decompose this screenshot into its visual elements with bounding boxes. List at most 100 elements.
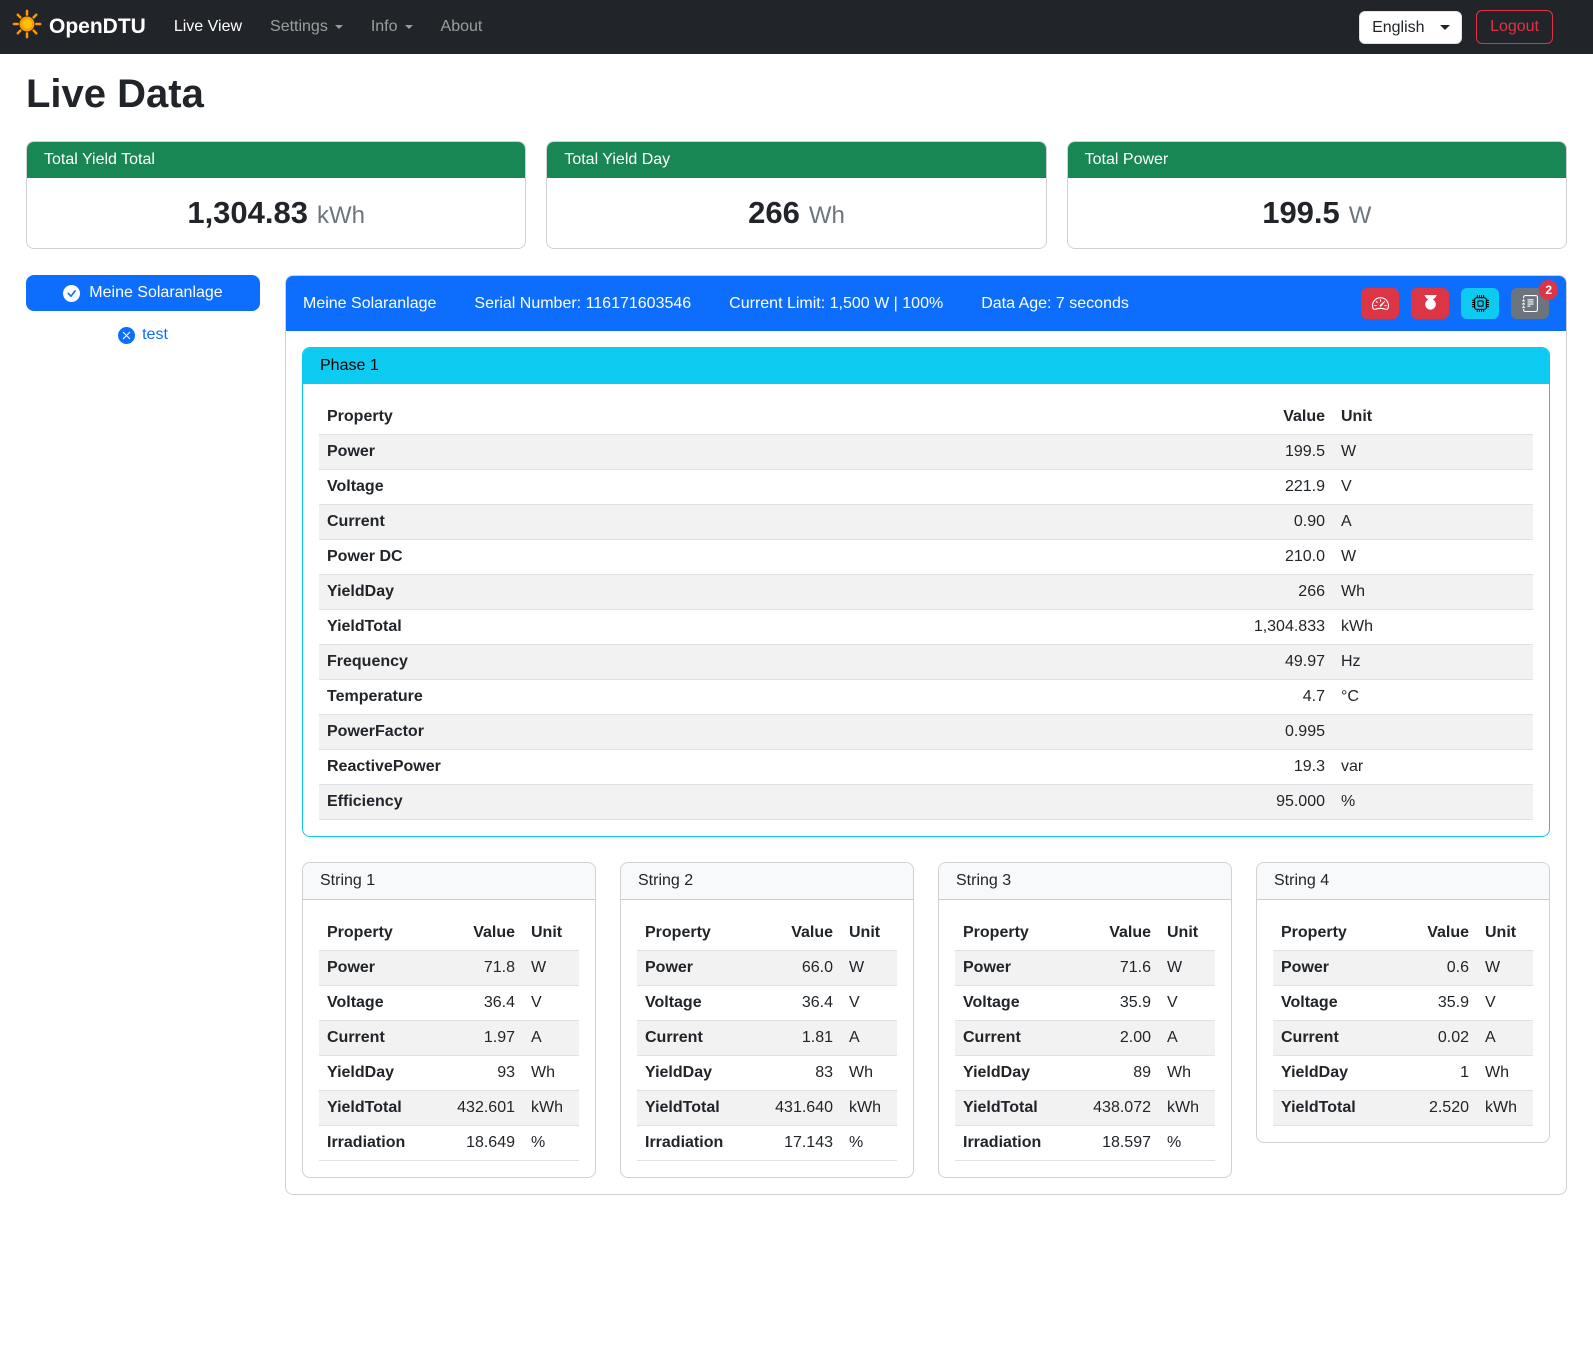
property-cell: YieldTotal [955, 1091, 1075, 1126]
table-header-row: Property Value Unit [955, 916, 1215, 951]
value-cell: 19.3 [1203, 750, 1333, 785]
property-cell: Current [637, 1021, 757, 1056]
power-toggle-button[interactable] [1411, 288, 1449, 319]
column-header-value: Value [757, 916, 841, 951]
inverter-select-active-button[interactable]: Meine Solaranlage [26, 275, 260, 311]
unit-cell: A [523, 1021, 579, 1056]
summary-card-title: Total Yield Day [547, 142, 1045, 178]
unit-cell: W [841, 951, 897, 986]
table-row: Voltage 221.9 V [319, 470, 1533, 505]
logout-button[interactable]: Logout [1476, 10, 1553, 44]
property-cell: YieldTotal [319, 1091, 439, 1126]
phase-body: Property Value Unit Power [303, 384, 1549, 836]
table-row: Current 1.97 A [319, 1021, 579, 1056]
property-cell: YieldTotal [319, 610, 1203, 645]
unit-cell: kWh [1159, 1091, 1215, 1126]
table-row: YieldDay 89 Wh [955, 1056, 1215, 1091]
summary-unit: Wh [809, 202, 845, 229]
inverter-serial: Serial Number: 116171603546 [474, 295, 691, 313]
inverter-limit: Current Limit: 1,500 W | 100% [729, 295, 943, 313]
property-cell: Current [319, 505, 1203, 540]
nav-item-settings[interactable]: Settings [256, 10, 357, 44]
phase-table: Property Value Unit Power [319, 400, 1533, 820]
column-header-unit: Unit [1159, 916, 1215, 951]
event-log-button[interactable]: 2 [1511, 288, 1549, 319]
column-header-property: Property [1273, 916, 1393, 951]
summary-value: 1,304.83 [187, 195, 308, 230]
chevron-down-icon [405, 25, 413, 29]
nav-links: Live View Settings Info About [160, 10, 497, 44]
brand-link[interactable]: OpenDTU [12, 9, 146, 45]
inverter-button-label: test [142, 326, 168, 344]
table-row: Power 66.0 W [637, 951, 897, 986]
summary-card-title: Total Power [1068, 142, 1566, 178]
property-cell: Efficiency [319, 785, 1203, 820]
page-title: Live Data [26, 72, 1567, 117]
property-cell: Voltage [637, 986, 757, 1021]
nav-item-info[interactable]: Info [357, 10, 427, 44]
value-cell: 49.97 [1203, 645, 1333, 680]
value-cell: 1.97 [439, 1021, 523, 1056]
table-row: YieldDay 266 Wh [319, 575, 1533, 610]
unit-cell: % [523, 1126, 579, 1161]
nav-item-about[interactable]: About [427, 10, 497, 44]
value-cell: 0.995 [1203, 715, 1333, 750]
check-circle-icon [63, 285, 80, 302]
unit-cell: V [1333, 470, 1533, 505]
unit-cell: var [1333, 750, 1533, 785]
table-row: Irradiation 18.649 % [319, 1126, 579, 1161]
property-cell: Voltage [1273, 986, 1393, 1021]
table-row: ReactivePower 19.3 var [319, 750, 1533, 785]
unit-cell: A [1159, 1021, 1215, 1056]
unit-cell: Wh [1333, 575, 1533, 610]
table-row: Power 0.6 W [1273, 951, 1533, 986]
summary-card-yield-day: Total Yield Day 266Wh [546, 141, 1046, 249]
unit-cell: Hz [1333, 645, 1533, 680]
property-cell: Irradiation [319, 1126, 439, 1161]
unit-cell: V [1477, 986, 1533, 1021]
table-row: Efficiency 95.000 % [319, 785, 1533, 820]
string-table: Property Value Unit Power [319, 916, 579, 1161]
property-cell: ReactivePower [319, 750, 1203, 785]
nav-item-live-view[interactable]: Live View [160, 10, 256, 44]
property-cell: PowerFactor [319, 715, 1203, 750]
limit-settings-button[interactable] [1361, 288, 1399, 319]
inverter-name: Meine Solaranlage [303, 295, 436, 313]
string-card-3: String 3 Property Value Unit [938, 862, 1232, 1178]
unit-cell: W [1333, 540, 1533, 575]
string-body: Property Value Unit Power [1257, 900, 1549, 1142]
table-row: Voltage 35.9 V [955, 986, 1215, 1021]
speedometer-icon [1372, 295, 1389, 312]
value-cell: 17.143 [757, 1126, 841, 1161]
property-cell: Irradiation [637, 1126, 757, 1161]
inverter-sidebar: Meine Solaranlage test [26, 275, 260, 350]
inverter-select-test-button[interactable]: test [26, 320, 260, 350]
property-cell: Current [1273, 1021, 1393, 1056]
cpu-icon [1472, 295, 1489, 312]
device-info-button[interactable] [1461, 288, 1499, 319]
unit-cell: Wh [523, 1056, 579, 1091]
nav-item-label: About [441, 18, 483, 36]
property-cell: YieldDay [319, 1056, 439, 1091]
language-select[interactable]: English [1359, 11, 1462, 44]
inverter-card: Meine Solaranlage Serial Number: 1161716… [285, 275, 1567, 1195]
table-row: Current 0.02 A [1273, 1021, 1533, 1056]
string-title: String 4 [1257, 863, 1549, 900]
table-row: YieldTotal 432.601 kWh [319, 1091, 579, 1126]
summary-card-body: 1,304.83kWh [27, 178, 525, 248]
column-header-unit: Unit [1333, 400, 1533, 435]
unit-cell: % [1333, 785, 1533, 820]
value-cell: 83 [757, 1056, 841, 1091]
value-cell: 199.5 [1203, 435, 1333, 470]
journal-icon [1522, 295, 1539, 312]
value-cell: 18.649 [439, 1126, 523, 1161]
unit-cell: Wh [841, 1056, 897, 1091]
table-header-row: Property Value Unit [637, 916, 897, 951]
property-cell: Voltage [319, 986, 439, 1021]
unit-cell: Wh [1159, 1056, 1215, 1091]
table-row: YieldDay 1 Wh [1273, 1056, 1533, 1091]
navbar-right: English Logout [1359, 10, 1553, 44]
table-row: YieldTotal 1,304.833 kWh [319, 610, 1533, 645]
unit-cell [1333, 715, 1533, 750]
value-cell: 89 [1075, 1056, 1159, 1091]
